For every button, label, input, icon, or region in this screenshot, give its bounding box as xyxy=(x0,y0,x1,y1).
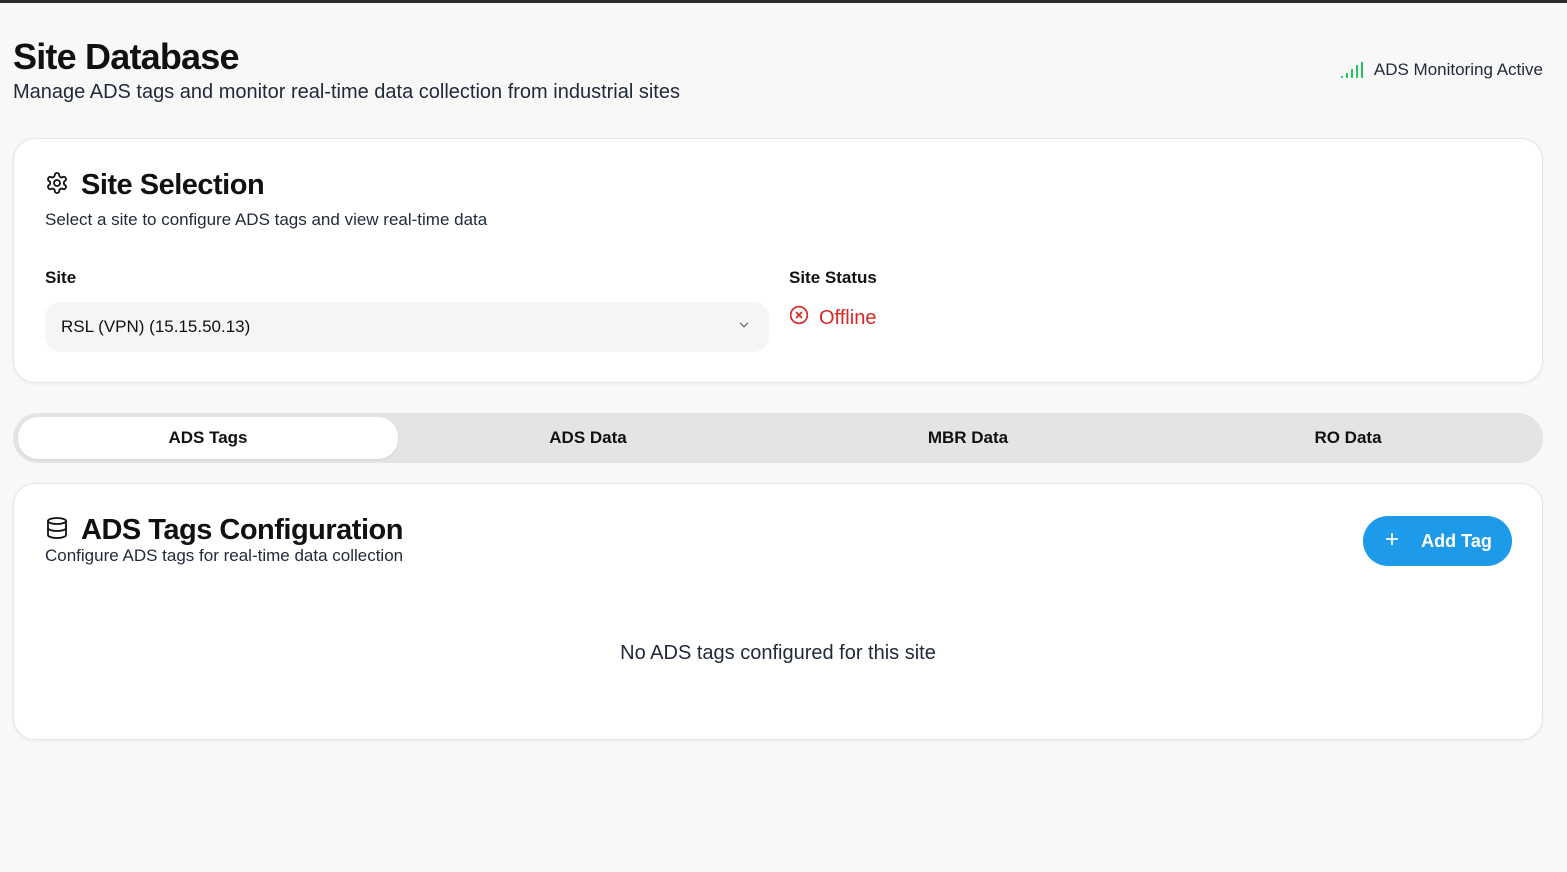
ads-tags-card: ADS Tags Configuration Configure ADS tag… xyxy=(13,483,1543,740)
tab-ro-data[interactable]: RO Data xyxy=(1158,417,1538,459)
monitoring-status-label: ADS Monitoring Active xyxy=(1373,60,1543,79)
chevron-down-icon xyxy=(737,317,751,337)
site-selection-title: Site Selection xyxy=(81,169,265,201)
site-selection-card: Site Selection Select a site to configur… xyxy=(13,138,1543,383)
tab-ads-tags[interactable]: ADS Tags xyxy=(18,417,398,459)
gear-icon xyxy=(45,171,69,200)
site-status: Offline xyxy=(789,305,876,331)
site-status-value: Offline xyxy=(819,306,877,329)
site-select-value: RSL (VPN) (15.15.50.13) xyxy=(61,317,251,336)
ads-tags-header: ADS Tags Configuration xyxy=(45,514,403,547)
signal-bars-icon xyxy=(1340,61,1364,79)
plus-icon xyxy=(1383,530,1401,553)
empty-state-message: No ADS tags configured for this site xyxy=(620,642,936,664)
data-tabs: ADS Tags ADS Data MBR Data RO Data xyxy=(13,413,1543,463)
tab-mbr-data[interactable]: MBR Data xyxy=(778,417,1158,459)
page-subtitle: Manage ADS tags and monitor real-time da… xyxy=(13,81,680,103)
top-border xyxy=(0,0,1567,3)
database-icon xyxy=(45,516,69,545)
add-tag-label: Add Tag xyxy=(1421,530,1492,551)
site-selection-header: Site Selection xyxy=(45,169,265,202)
page-title: Site Database xyxy=(13,36,240,77)
site-select[interactable]: RSL (VPN) (15.15.50.13) xyxy=(45,302,769,352)
add-tag-button[interactable]: Add Tag xyxy=(1363,516,1512,566)
site-label: Site xyxy=(45,268,77,287)
ads-tags-description: Configure ADS tags for real-time data co… xyxy=(45,546,404,565)
site-status-label: Site Status xyxy=(789,268,877,287)
ads-tags-title: ADS Tags Configuration xyxy=(81,514,403,546)
site-selection-description: Select a site to configure ADS tags and … xyxy=(45,210,488,229)
x-circle-icon xyxy=(789,305,809,331)
monitoring-status: ADS Monitoring Active xyxy=(1340,60,1543,80)
tab-ads-data[interactable]: ADS Data xyxy=(398,417,778,459)
